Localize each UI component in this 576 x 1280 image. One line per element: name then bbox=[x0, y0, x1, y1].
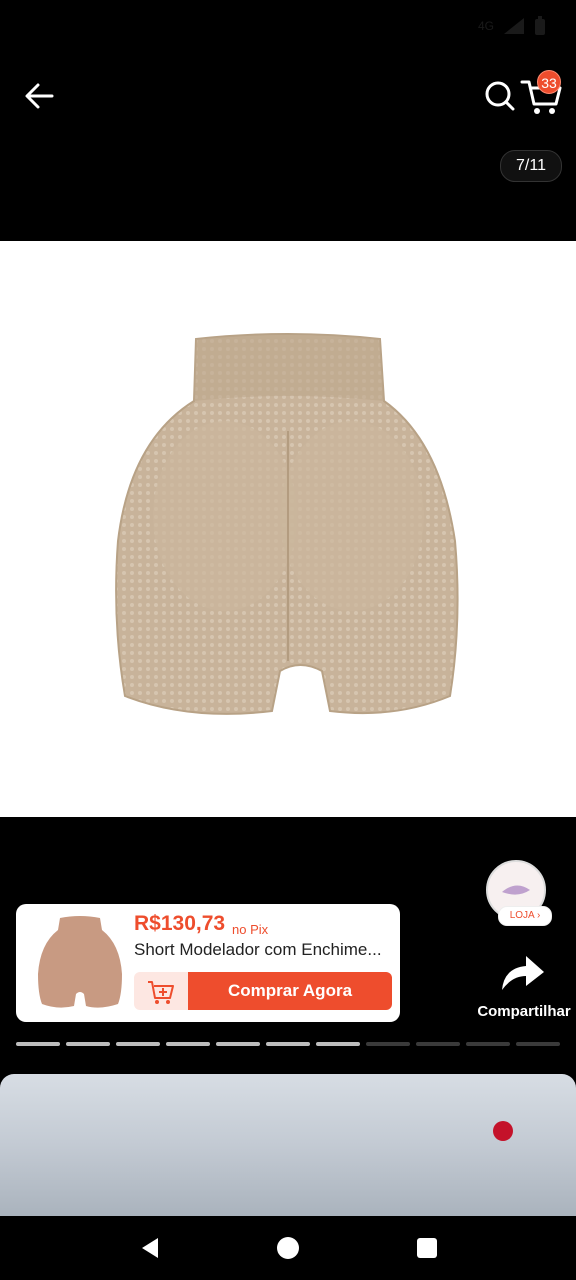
buy-now-button[interactable]: Comprar Agora bbox=[188, 972, 392, 1010]
product-thumbnail bbox=[30, 914, 130, 1012]
progress-segment bbox=[266, 1042, 310, 1046]
add-to-cart-icon bbox=[148, 981, 174, 1004]
red-dot-indicator bbox=[493, 1121, 513, 1141]
share-arrow-icon[interactable] bbox=[496, 950, 548, 994]
status-bar: 4G bbox=[0, 0, 576, 56]
network-type: 4G bbox=[477, 19, 494, 33]
price-suffix: no Pix bbox=[232, 922, 269, 937]
add-to-cart-button[interactable] bbox=[134, 972, 188, 1010]
shapewear-shorts-illustration bbox=[115, 333, 459, 715]
progress-segment bbox=[466, 1042, 510, 1046]
product-card[interactable]: R$130,73 no Pix Short Modelador com Ench… bbox=[16, 904, 400, 1022]
product-image[interactable] bbox=[0, 241, 576, 817]
nav-home-icon[interactable] bbox=[277, 1237, 299, 1259]
search-icon[interactable] bbox=[480, 76, 520, 116]
progress-segment bbox=[216, 1042, 260, 1046]
back-arrow-icon[interactable] bbox=[20, 76, 60, 116]
product-price: R$130,73 bbox=[134, 912, 226, 935]
system-nav-bar bbox=[0, 1216, 576, 1280]
store-button[interactable]: LOJA › bbox=[498, 906, 552, 926]
progress-segment bbox=[166, 1042, 210, 1046]
progress-segment bbox=[66, 1042, 110, 1046]
signal-icon bbox=[504, 18, 524, 34]
progress-segment bbox=[116, 1042, 160, 1046]
battery-icon bbox=[535, 16, 545, 35]
gallery-progress bbox=[16, 1042, 560, 1046]
progress-segment bbox=[366, 1042, 410, 1046]
next-item-preview[interactable] bbox=[0, 1074, 576, 1216]
progress-segment bbox=[16, 1042, 60, 1046]
status-icons: 4G bbox=[478, 16, 546, 36]
product-title[interactable]: Short Modelador com Enchime... bbox=[134, 940, 392, 960]
cart-count-badge: 33 bbox=[537, 70, 561, 94]
nav-back-icon[interactable] bbox=[138, 1236, 162, 1260]
nav-recents-icon[interactable] bbox=[417, 1238, 437, 1258]
progress-segment bbox=[516, 1042, 560, 1046]
image-counter: 7/11 bbox=[500, 150, 562, 182]
top-bar bbox=[0, 60, 576, 130]
progress-segment bbox=[316, 1042, 360, 1046]
share-label[interactable]: Compartilhar bbox=[474, 1003, 574, 1020]
progress-segment bbox=[416, 1042, 460, 1046]
